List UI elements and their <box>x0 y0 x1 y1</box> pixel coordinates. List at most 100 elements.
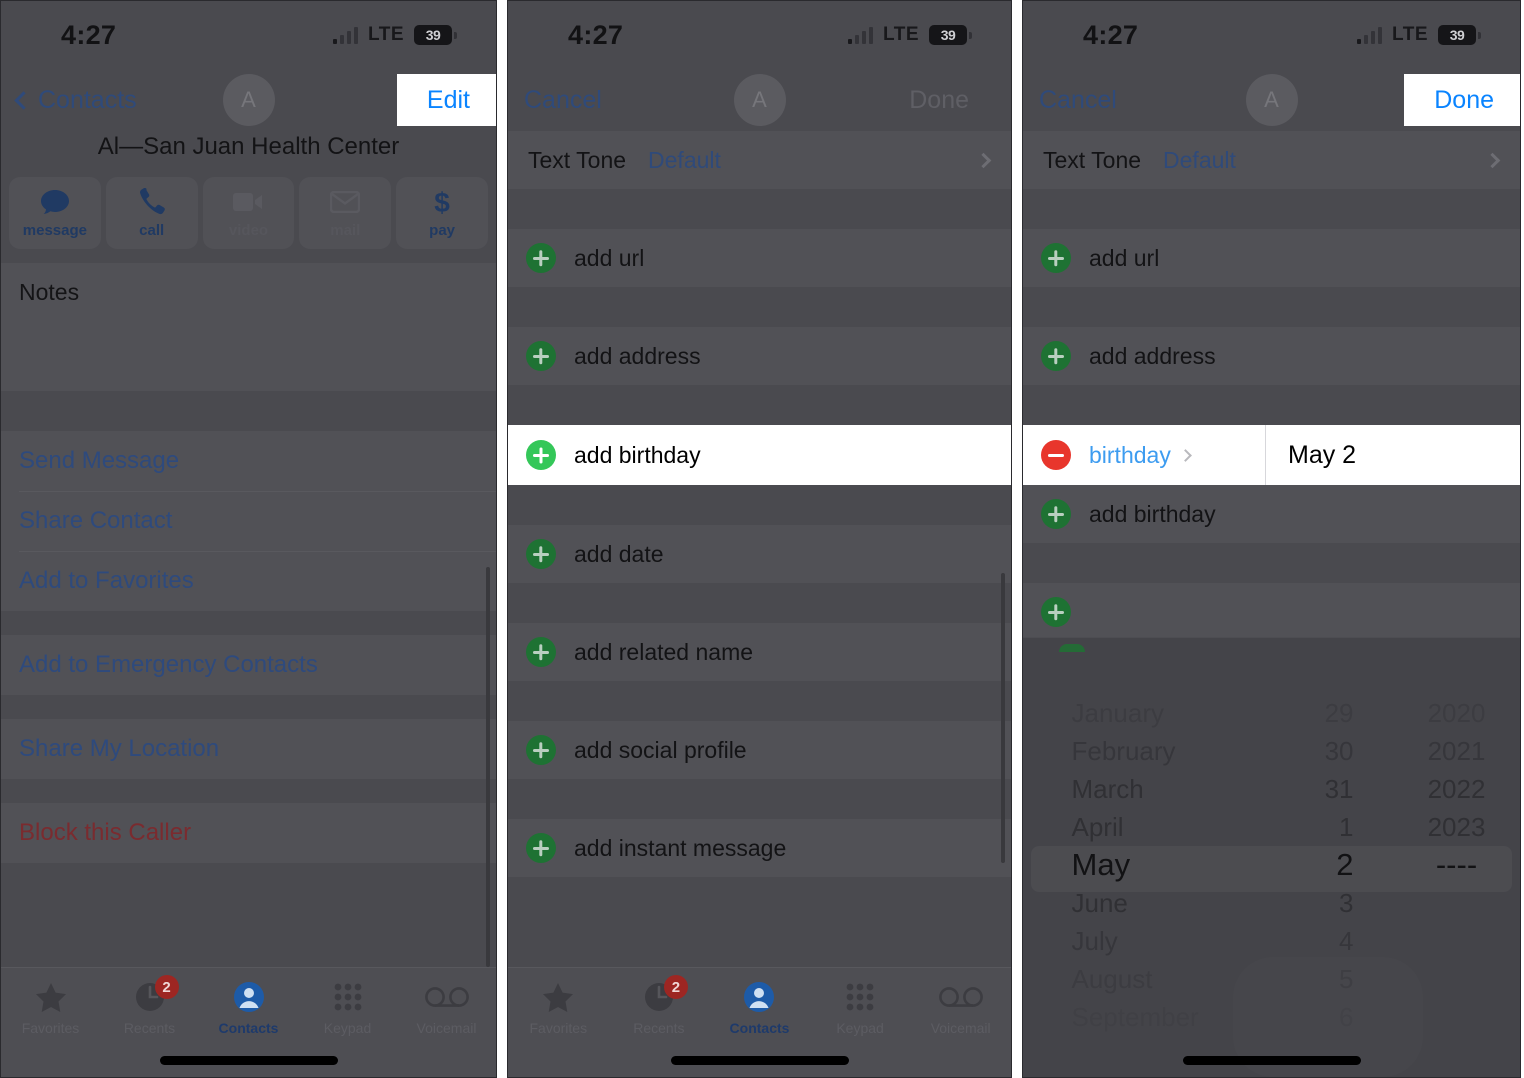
add-birthday-row[interactable]: add birthday <box>1023 485 1520 543</box>
back-button[interactable]: Contacts <box>14 86 137 115</box>
send-message-label: Send Message <box>19 447 180 474</box>
tab-favorites-label: Favorites <box>21 1020 80 1036</box>
edit-button[interactable]: Edit <box>396 74 496 126</box>
section-gap <box>508 779 1011 819</box>
add-to-favorites-row[interactable]: Add to Favorites <box>1 551 496 611</box>
tab-contacts[interactable]: Contacts <box>709 980 810 1036</box>
scrollbar[interactable] <box>486 567 490 967</box>
picker-item-month[interactable]: February <box>1072 732 1267 770</box>
tab-voicemail[interactable]: Voicemail <box>397 980 496 1036</box>
add-to-favorites-label: Add to Favorites <box>19 567 194 594</box>
add-to-emergency-contacts-row[interactable]: Add to Emergency Contacts <box>1 635 496 695</box>
tab-keypad[interactable]: Keypad <box>298 980 397 1036</box>
add-address-row[interactable]: add address <box>1023 327 1520 385</box>
section-gap <box>1023 189 1520 229</box>
birthday-field-row[interactable]: birthday May 2 <box>1023 425 1520 485</box>
plus-icon <box>1041 597 1071 627</box>
picker-item-day[interactable]: 31 <box>1267 770 1354 808</box>
picker-item-month[interactable]: January <box>1072 694 1267 732</box>
cancel-button[interactable]: Cancel <box>1039 86 1117 115</box>
navigation-bar: Contacts A Edit <box>1 69 496 131</box>
picker-item-year[interactable]: 2023 <box>1372 808 1521 846</box>
tab-favorites[interactable]: Favorites <box>1 980 100 1036</box>
birthday-value[interactable]: May 2 <box>1266 441 1356 470</box>
person-circle-icon <box>233 980 265 1014</box>
picker-item-day[interactable]: 30 <box>1267 732 1354 770</box>
contact-links-group-4: Block this Caller <box>1 803 496 863</box>
birthday-field-label-group[interactable]: birthday <box>1089 442 1261 469</box>
tab-keypad[interactable]: Keypad <box>810 980 911 1036</box>
quick-action-message[interactable]: message <box>9 177 101 249</box>
picker-item-day[interactable]: 3 <box>1267 884 1353 922</box>
status-bar-time: 4:27 <box>568 19 624 50</box>
picker-item-day[interactable]: 1 <box>1267 808 1353 846</box>
section-gap <box>1023 543 1520 583</box>
tab-voicemail-label: Voicemail <box>416 1020 477 1036</box>
quick-action-call[interactable]: call <box>105 177 198 249</box>
recents-badge: 2 <box>663 975 688 999</box>
phone-handset-icon <box>138 187 166 217</box>
chevron-right-icon <box>975 152 992 168</box>
add-instant-message-row[interactable]: add instant message <box>508 819 1011 877</box>
tab-recents[interactable]: 2 Recents <box>609 975 710 1036</box>
tab-recents[interactable]: 2 Recents <box>100 975 199 1036</box>
picker-item-day[interactable]: 4 <box>1267 922 1353 960</box>
battery-icon: 39 <box>1438 25 1481 45</box>
clock-icon: 2 <box>134 975 179 1014</box>
scrollbar[interactable] <box>1001 573 1005 863</box>
quick-action-mail-label: mail <box>330 222 361 239</box>
add-url-row[interactable]: add url <box>508 229 1011 287</box>
section-gap <box>508 681 1011 721</box>
plus-icon <box>526 539 556 569</box>
tab-favorites[interactable]: Favorites <box>508 980 609 1036</box>
picker-item-month[interactable]: June <box>1072 884 1267 922</box>
done-button[interactable]: Done <box>885 86 1011 115</box>
avatar-initial: A <box>752 87 767 112</box>
text-tone-row[interactable]: Text Tone Default <box>508 131 1011 189</box>
add-url-row[interactable]: add url <box>1023 229 1520 287</box>
add-related-name-row[interactable]: add related name <box>508 623 1011 681</box>
add-address-row[interactable]: add address <box>508 327 1011 385</box>
date-picker[interactable]: January February March April May June Ju… <box>1023 637 1520 1077</box>
quick-action-video-label: video <box>228 222 269 239</box>
star-icon <box>542 980 574 1014</box>
picker-item-year[interactable]: 2022 <box>1372 770 1521 808</box>
quick-action-pay[interactable]: $ pay <box>396 177 488 249</box>
add-date-row[interactable]: add date <box>508 525 1011 583</box>
section-gap <box>508 189 1011 229</box>
notes-card[interactable]: Notes <box>1 263 496 391</box>
add-address-label: add address <box>574 342 701 369</box>
section-gap <box>1 779 496 803</box>
home-indicator <box>670 1056 849 1065</box>
add-social-profile-row[interactable]: add social profile <box>508 721 1011 779</box>
picker-selected-day[interactable]: 2 <box>1267 846 1353 884</box>
share-contact-row[interactable]: Share Contact <box>1 491 496 551</box>
add-date-row-partial[interactable] <box>1023 583 1520 641</box>
done-button[interactable]: Done <box>1404 74 1520 126</box>
picker-item-month[interactable]: July <box>1072 922 1267 960</box>
share-my-location-label: Share My Location <box>19 735 220 762</box>
text-tone-row[interactable]: Text Tone Default <box>1023 131 1520 189</box>
picker-item-year[interactable]: 2021 <box>1372 732 1521 770</box>
tab-voicemail[interactable]: Voicemail <box>910 980 1011 1036</box>
picker-selected-year[interactable]: ---- <box>1372 846 1521 884</box>
remove-icon[interactable] <box>1041 440 1071 470</box>
home-indicator <box>1182 1056 1361 1065</box>
plus-icon <box>1041 499 1071 529</box>
picker-item-day[interactable]: 29 <box>1267 694 1354 732</box>
plus-icon <box>526 243 556 273</box>
add-url-label: add url <box>1089 244 1160 271</box>
section-gap <box>508 485 1011 525</box>
add-birthday-row[interactable]: add birthday <box>508 425 1011 485</box>
picker-item-month[interactable]: March <box>1072 770 1267 808</box>
picker-item-year[interactable]: 2020 <box>1372 694 1521 732</box>
section-gap <box>508 583 1011 623</box>
cancel-button-label: Cancel <box>1039 85 1117 114</box>
send-message-row[interactable]: Send Message <box>1 431 496 491</box>
picker-item-month[interactable]: April <box>1072 808 1267 846</box>
share-my-location-row[interactable]: Share My Location <box>1 719 496 779</box>
picker-selected-month[interactable]: May <box>1072 846 1267 884</box>
cancel-button[interactable]: Cancel <box>524 86 602 115</box>
tab-contacts[interactable]: Contacts <box>199 980 298 1036</box>
block-this-caller-row[interactable]: Block this Caller <box>1 803 496 863</box>
